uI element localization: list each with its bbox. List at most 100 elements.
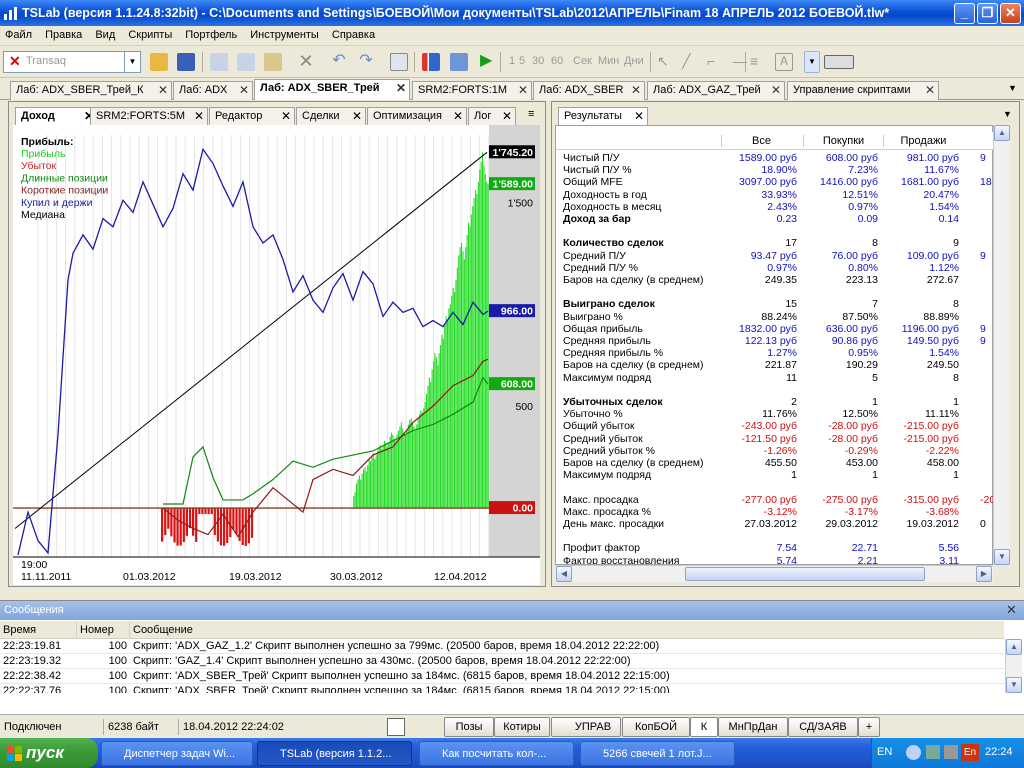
doc-tab[interactable]: Лаб: ADX ✕ (173, 81, 253, 100)
close-icon[interactable]: ✕ (352, 108, 362, 124)
results-row[interactable]: Баров на сделку (в среднем) 249.35 223.13 2… (555, 274, 993, 286)
results-row[interactable] (555, 286, 993, 298)
language-indicator[interactable]: EN (877, 746, 892, 758)
results-row[interactable]: Профит фактор 7.54 22.71 5.56 (555, 542, 993, 554)
results-row[interactable]: Макс. просадка -277.00 руб -275.00 руб -315… (555, 494, 993, 506)
task-document[interactable]: 5266 свечей 1 лот.J... (580, 741, 735, 766)
interval-1[interactable]: 1 (509, 55, 515, 67)
tab-srm2-5m[interactable]: SRM2:FORTS:5M ✕ (90, 107, 208, 125)
doc-tab[interactable]: Управление скриптами ✕ (787, 81, 939, 100)
message-row[interactable]: 22:23:19.32 100 Скрипт: 'GAZ_1.4' Скрипт в… (0, 654, 1004, 669)
col-message[interactable]: Сообщение (130, 621, 1004, 639)
interval-min[interactable]: Мин (598, 55, 619, 67)
tab-deals[interactable]: Сделки ✕ (296, 107, 366, 125)
messages-vscroll[interactable]: ▲ ▼ (1005, 639, 1022, 693)
results-row[interactable]: Доходность в месяц 2.43% 0.97% 1.54% (555, 201, 993, 213)
doc-tab[interactable]: SRM2:FORTS:1M ✕ (412, 81, 532, 100)
col-number[interactable]: Номер (77, 621, 130, 639)
tab-log[interactable]: Лог ✕ (468, 107, 516, 125)
close-icon[interactable]: ✕ (518, 82, 528, 99)
doc-tab[interactable]: Лаб: ADX_SBER_Трей_К ✕ (10, 81, 172, 100)
results-row[interactable]: Общий MFE 3097.00 руб 1416.00 руб 1681.00 р… (555, 176, 993, 188)
message-row[interactable]: 22:23:19.81 100 Скрипт: 'ADX_GAZ_1.2' Скри… (0, 639, 1004, 654)
close-button[interactable]: ✕ (1000, 3, 1021, 24)
menu-file[interactable]: Файл (0, 26, 37, 44)
close-icon[interactable]: ✕ (502, 108, 512, 124)
results-row[interactable]: Средний П/У 93.47 руб 76.00 руб 109.00 руб 9 (555, 250, 993, 262)
color-swatch-icon[interactable] (824, 55, 854, 69)
results-row[interactable]: Количество сделок 17 8 9 (555, 237, 993, 249)
message-row[interactable]: 22:22:37.76 100 Скрипт: 'ADX_SBER_Трей' Ск… (0, 684, 1004, 693)
results-row[interactable]: День макс. просадки 27.03.2012 29.03.2012 1… (555, 518, 993, 530)
task-browser[interactable]: Как посчитать кол-... (419, 741, 574, 766)
task-taskmgr[interactable]: Диспетчер задач Wi... (101, 741, 253, 766)
chevron-down-icon[interactable]: ▼ (804, 51, 820, 73)
results-row[interactable]: Убыточно % 11.76% 12.50% 11.11% (555, 408, 993, 420)
chevron-down-icon[interactable]: ▼ (124, 52, 140, 72)
menu-tools[interactable]: Инструменты (245, 26, 324, 44)
col-sells[interactable]: Продажи (883, 135, 963, 147)
close-icon[interactable]: ✕ (634, 108, 644, 124)
hline-icon[interactable]: — (733, 53, 751, 71)
results-row[interactable]: Макс. просадка % -3.12% -3.17% -3.68% (555, 506, 993, 518)
tab-income[interactable]: Доход ✕ (15, 107, 98, 125)
scroll-right-icon[interactable]: ▶ (976, 566, 992, 582)
results-row[interactable]: Фактор восстановления 5.74 2.21 3.11 (555, 555, 993, 564)
close-icon[interactable]: ✕ (925, 82, 935, 99)
close-icon[interactable]: ✕ (396, 80, 406, 97)
maximize-button[interactable]: ❐ (977, 3, 998, 24)
menu-view[interactable]: Вид (90, 26, 120, 44)
results-row[interactable]: Максимум подряд 1 1 1 (555, 469, 993, 481)
results-row[interactable]: Средняя прибыль 122.13 руб 90.86 руб 149.50… (555, 335, 993, 347)
doc-tab-active[interactable]: Лаб: ADX_SBER_Трей ✕ (254, 79, 410, 100)
message-row[interactable]: 22:22:38.42 100 Скрипт: 'ADX_SBER_Трей' Ск… (0, 669, 1004, 684)
income-chart[interactable]: 1'745.20 1'589.00 966.00 608.00 0.00 Прибыль… (13, 125, 540, 585)
tab-results[interactable]: Результаты ✕ (558, 107, 648, 125)
lines-icon[interactable]: ≡ (750, 53, 768, 71)
doc-tab[interactable]: Лаб: ADX_SBER ✕ (533, 81, 645, 100)
delete-icon[interactable]: ✕ (297, 52, 315, 71)
results-row[interactable]: Выиграно % 88.24% 87.50% 88.89% (555, 311, 993, 323)
interval-sec[interactable]: Сек (573, 55, 592, 67)
menu-portfolio[interactable]: Портфель (180, 26, 242, 44)
col-buys[interactable]: Покупки (803, 135, 883, 147)
status-btn-manage[interactable]: УПРАВ (551, 717, 621, 737)
col-time[interactable]: Время (0, 621, 77, 639)
results-vscroll[interactable]: ▲ ▼ (993, 125, 1010, 565)
results-row[interactable]: Доходность в год 33.93% 12.51% 20.47% (555, 189, 993, 201)
pencil-icon[interactable]: ⌐ (707, 53, 725, 71)
results-row[interactable] (555, 225, 993, 237)
close-icon[interactable]: ✕ (453, 108, 463, 124)
interval-day[interactable]: Дни (624, 55, 644, 67)
scroll-left-icon[interactable]: ◀ (556, 566, 572, 582)
scroll-down-icon[interactable]: ▼ (994, 549, 1010, 565)
tray-back-icon[interactable] (906, 745, 921, 760)
window-icon[interactable] (387, 718, 405, 736)
close-icon[interactable]: ✕ (631, 82, 641, 99)
results-row[interactable]: Средний убыток % -1.26% -0.29% -2.22% (555, 445, 993, 457)
properties-icon[interactable] (390, 53, 408, 71)
results-row[interactable] (555, 530, 993, 542)
tray-network-icon[interactable] (926, 745, 940, 759)
cursor-icon[interactable]: ↖ (657, 53, 675, 71)
task-tslab[interactable]: TSLab (версия 1.1.2... (257, 741, 412, 766)
results-row[interactable] (555, 384, 993, 396)
scroll-up-icon[interactable]: ▲ (1006, 639, 1022, 655)
results-row[interactable]: Средний П/У % 0.97% 0.80% 1.12% (555, 262, 993, 274)
results-row[interactable] (555, 481, 993, 493)
results-row[interactable]: Выиграно сделок 15 7 8 (555, 298, 993, 310)
results-row[interactable]: Максимум подряд 11 5 8 (555, 372, 993, 384)
status-btn-quotes[interactable]: Котиры (494, 717, 550, 737)
paste-icon[interactable] (264, 53, 282, 71)
scroll-up-icon[interactable]: ▲ (994, 125, 1010, 141)
tab-optimization[interactable]: Оптимизация ✕ (367, 107, 467, 125)
status-btn-mnprdan[interactable]: МнПрДан (718, 717, 788, 737)
menu-edit[interactable]: Правка (40, 26, 87, 44)
minimize-button[interactable]: _ (954, 3, 975, 24)
close-icon[interactable]: ✕ (281, 108, 291, 124)
chart-icon[interactable] (422, 53, 440, 71)
save-icon[interactable] (177, 53, 195, 71)
close-icon[interactable]: ✕ (158, 82, 168, 99)
line-tool-icon[interactable]: ╱ (682, 53, 700, 71)
run-icon[interactable]: ▶ (480, 53, 498, 71)
